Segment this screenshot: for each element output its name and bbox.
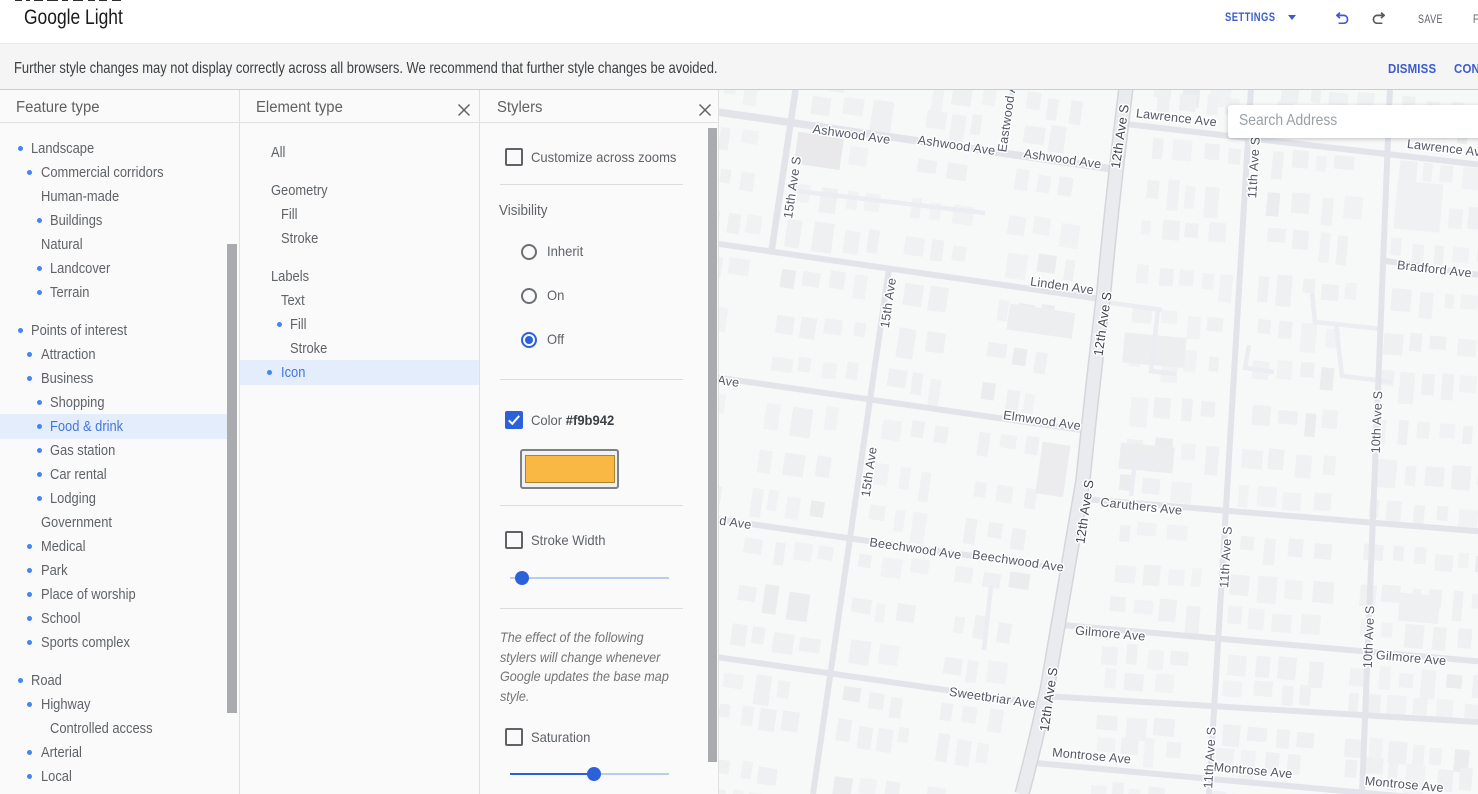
svg-text:10th Ave S: 10th Ave S [1361, 605, 1378, 668]
svg-text:10th Ave S: 10th Ave S [1369, 390, 1386, 453]
